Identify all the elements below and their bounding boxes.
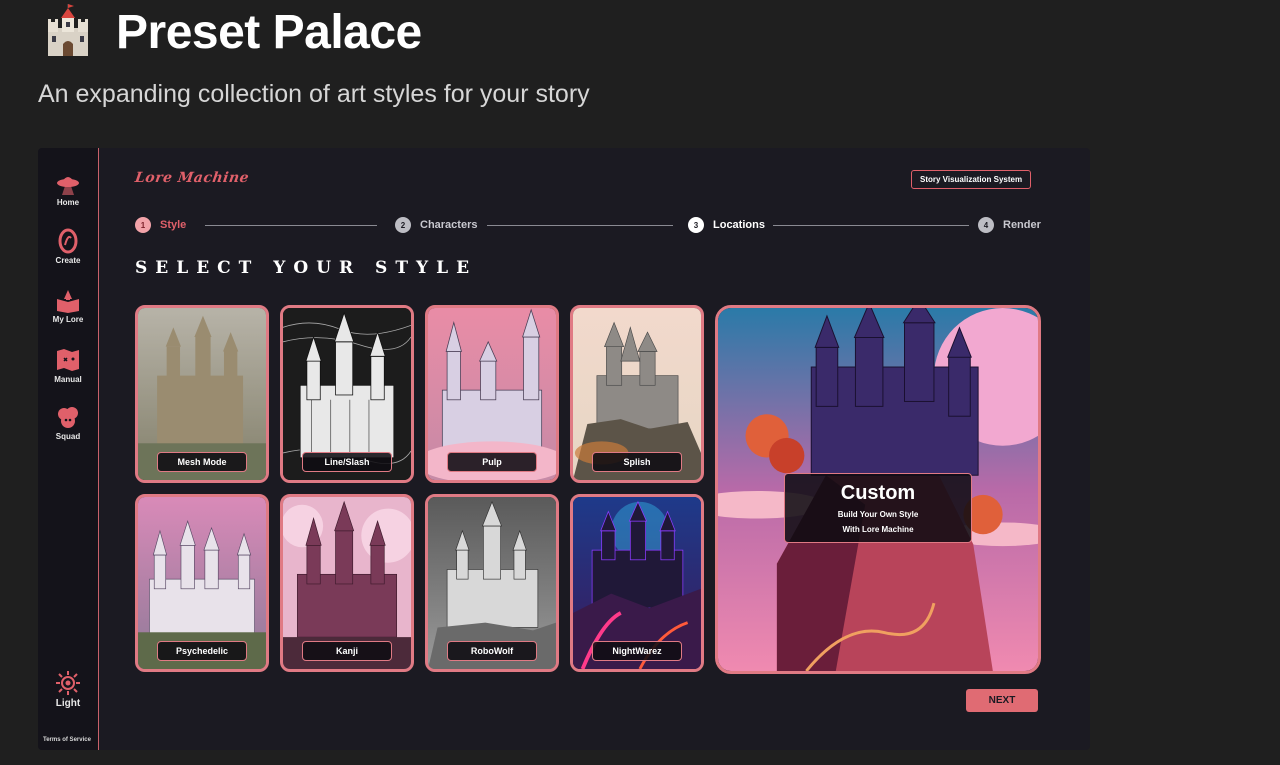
step-label: Locations — [713, 219, 765, 231]
step-locations[interactable]: 3 Locations — [688, 217, 765, 233]
light-label: Light — [55, 698, 81, 709]
section-title: SELECT YOUR STYLE — [135, 258, 478, 278]
step-render[interactable]: 4 Render — [978, 217, 1041, 233]
sidebar-item-create[interactable]: Create — [38, 228, 98, 265]
next-button[interactable]: NEXT — [966, 689, 1038, 712]
step-connector — [205, 225, 377, 226]
main-content: Lore Machine Story Visualization System … — [99, 148, 1090, 750]
sidebar-item-label: My Lore — [52, 315, 84, 324]
custom-style-card[interactable]: Custom Build Your Own Style With Lore Ma… — [715, 305, 1041, 674]
sidebar-item-label: Home — [56, 198, 80, 207]
terms-link[interactable]: Terms of Service — [43, 737, 91, 743]
style-card-pulp[interactable]: Pulp — [425, 305, 559, 483]
style-card-mesh-mode[interactable]: Mesh Mode — [135, 305, 269, 483]
step-style[interactable]: 1 Style — [135, 217, 186, 233]
sidebar-item-label: Squad — [55, 432, 81, 441]
style-card-robowolf[interactable]: RoboWolf — [425, 494, 559, 672]
style-card-label: Kanji — [302, 641, 392, 661]
sidebar-item-squad[interactable]: Squad — [38, 404, 98, 441]
book-icon — [57, 290, 79, 313]
step-characters[interactable]: 2 Characters — [395, 217, 477, 233]
step-label: Style — [160, 219, 187, 231]
page-title: Preset Palace — [116, 5, 422, 59]
sidebar-item-home[interactable]: Home — [38, 170, 98, 207]
sidebar: Home Create My Lore Manual Squad Light T… — [38, 148, 99, 750]
step-number: 2 — [395, 217, 411, 233]
app-frame: Home Create My Lore Manual Squad Light T… — [38, 148, 1090, 750]
style-card-label: Psychedelic — [157, 641, 247, 661]
style-card-splish[interactable]: Splish — [570, 305, 704, 483]
style-card-kanji[interactable]: Kanji — [280, 494, 414, 672]
castle-icon — [40, 4, 96, 60]
people-icon — [58, 407, 78, 428]
page-subtitle: An expanding collection of art styles fo… — [38, 80, 590, 108]
style-card-nightwarez[interactable]: NightWarez — [570, 494, 704, 672]
step-connector — [487, 225, 673, 226]
custom-style-box: Custom Build Your Own Style With Lore Ma… — [784, 473, 972, 543]
system-badge: Story Visualization System — [911, 170, 1032, 189]
lore-machine-logo: Lore Machine — [133, 170, 251, 186]
custom-subtitle-line2: With Lore Machine — [842, 525, 914, 534]
custom-title: Custom — [840, 482, 916, 504]
light-toggle[interactable]: Light — [38, 670, 98, 709]
step-connector — [773, 225, 969, 226]
sun-icon — [56, 671, 80, 695]
step-number: 3 — [688, 217, 704, 233]
style-card-label: Line/Slash — [302, 452, 392, 472]
style-card-label: Pulp — [447, 452, 537, 472]
style-card-line-slash[interactable]: Line/Slash — [280, 305, 414, 483]
sidebar-item-label: Manual — [54, 375, 82, 384]
style-card-label: NightWarez — [592, 641, 682, 661]
step-label: Render — [1003, 219, 1041, 231]
ufo-icon — [57, 177, 79, 195]
style-card-psychedelic[interactable]: Psychedelic — [135, 494, 269, 672]
swirl-icon — [58, 228, 78, 254]
custom-subtitle-line1: Build Your Own Style — [837, 510, 919, 519]
sidebar-item-manual[interactable]: Manual — [38, 347, 98, 384]
page-header: Preset Palace — [40, 4, 422, 60]
map-icon — [57, 349, 79, 371]
step-number: 1 — [135, 217, 151, 233]
step-label: Characters — [420, 219, 478, 231]
sidebar-item-label: Create — [55, 256, 81, 265]
style-card-label: RoboWolf — [447, 641, 537, 661]
sidebar-item-my-lore[interactable]: My Lore — [38, 287, 98, 324]
style-card-label: Splish — [592, 452, 682, 472]
style-card-label: Mesh Mode — [157, 452, 247, 472]
stepper: 1 Style 2 Characters 3 Locations 4 Rende… — [135, 217, 1041, 235]
step-number: 4 — [978, 217, 994, 233]
